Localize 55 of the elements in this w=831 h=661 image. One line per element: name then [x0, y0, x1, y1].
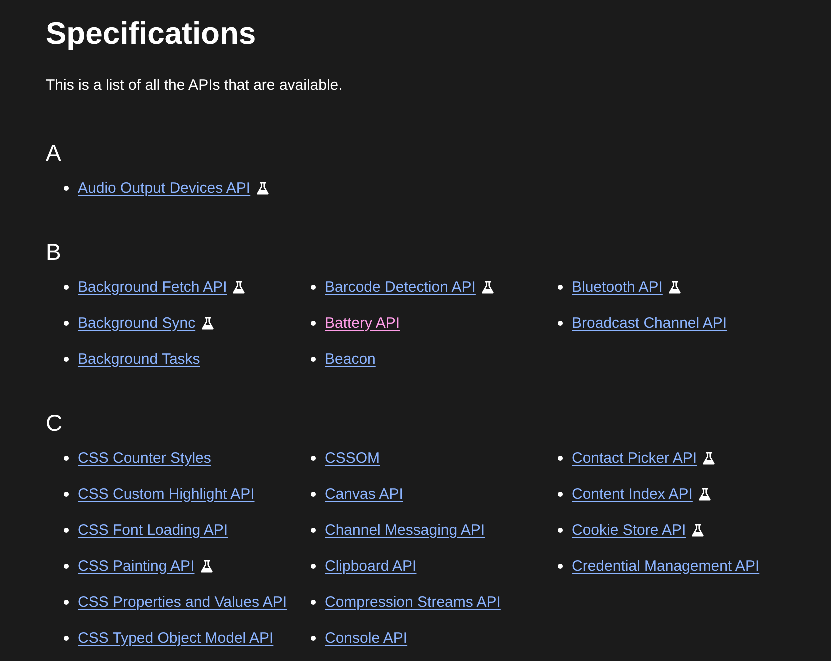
api-link[interactable]: CSSOM [325, 450, 380, 466]
bullet-icon [311, 456, 316, 460]
api-link[interactable]: Console API [325, 630, 408, 646]
bullet-icon [558, 456, 563, 460]
api-link[interactable]: Beacon [325, 350, 376, 368]
bullet-icon [558, 492, 563, 496]
intro-text: This is a list of all the APIs that are available. [46, 76, 344, 96]
bullet-icon [311, 564, 316, 568]
section-heading: C [46, 409, 64, 437]
bullet-icon [64, 356, 69, 362]
api-link[interactable]: CSS Custom Highlight API [78, 486, 255, 502]
section-heading: A [46, 139, 62, 167]
api-link[interactable]: CSS Font Loading API [78, 522, 228, 538]
bullet-icon [558, 320, 563, 326]
api-link[interactable]: Bluetooth API [572, 278, 663, 296]
api-link[interactable]: Contact Picker API [572, 450, 698, 466]
api-link[interactable]: Clipboard API [325, 558, 417, 574]
api-link[interactable]: Barcode Detection API [325, 278, 476, 296]
api-link[interactable]: Broadcast Channel API [572, 314, 728, 332]
api-link[interactable]: CSS Typed Object Model API [78, 630, 274, 646]
bullet-icon [64, 320, 69, 326]
bullet-icon [64, 456, 69, 460]
api-link[interactable]: Credential Management API [572, 558, 760, 574]
api-link[interactable]: Background Sync [78, 314, 196, 332]
bullet-icon [64, 284, 69, 290]
bullet-icon [311, 284, 316, 290]
bullet-icon [558, 528, 563, 532]
bullet-icon [311, 600, 316, 604]
api-link[interactable]: CSS Painting API [78, 558, 195, 574]
api-link[interactable]: Channel Messaging API [325, 522, 486, 538]
bullet-icon [64, 636, 69, 640]
api-link[interactable]: Cookie Store API [572, 522, 686, 538]
bullet-icon [311, 356, 316, 362]
api-link[interactable]: Background Fetch API [78, 278, 228, 296]
bullet-icon [558, 564, 563, 568]
bullet-icon [64, 492, 69, 496]
page-title: Specifications [46, 15, 258, 53]
api-link[interactable]: Background Tasks [78, 350, 200, 368]
api-link[interactable]: Canvas API [325, 486, 404, 502]
api-link[interactable]: Battery API [325, 314, 400, 332]
api-link[interactable]: Audio Output Devices API [78, 180, 251, 196]
api-link[interactable]: CSS Counter Styles [78, 450, 212, 466]
bullet-icon [311, 320, 316, 326]
api-link[interactable]: Content Index API [572, 486, 693, 502]
api-link[interactable]: Compression Streams API [325, 594, 501, 610]
bullet-icon [64, 600, 69, 604]
bullet-icon [558, 284, 563, 290]
bullet-icon [311, 528, 316, 532]
section-heading: B [46, 238, 62, 266]
bullet-icon [64, 564, 69, 568]
bullet-icon [311, 636, 316, 640]
bullet-icon [311, 492, 316, 496]
bullet-icon [64, 186, 69, 190]
api-link[interactable]: CSS Properties and Values API [78, 594, 288, 610]
bullet-icon [64, 528, 69, 532]
